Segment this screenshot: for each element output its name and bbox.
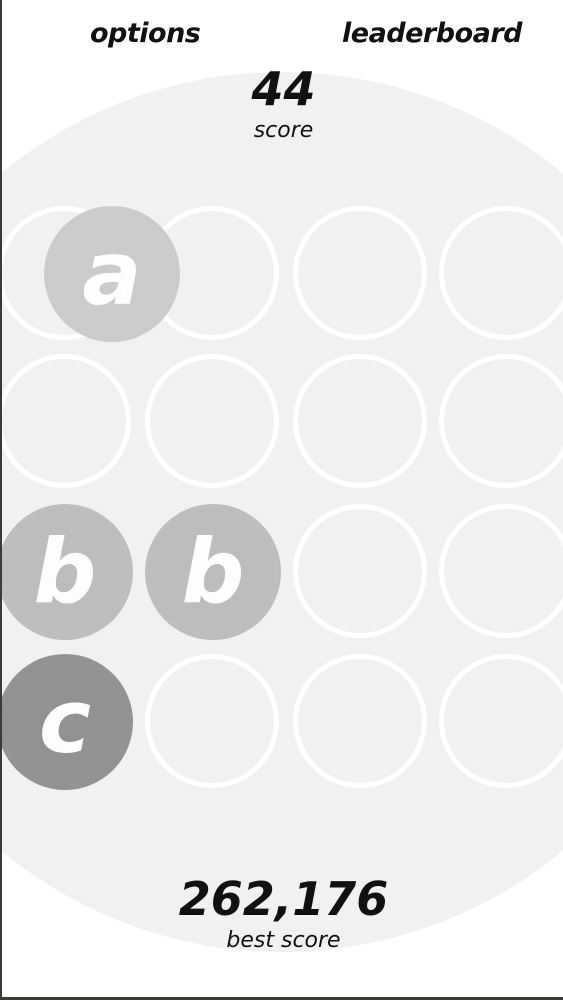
board-slot[interactable] — [293, 354, 427, 488]
piece-letter: b — [33, 520, 97, 623]
best-score-value: 262,176 — [178, 872, 389, 926]
letter-piece-a[interactable]: a — [44, 206, 180, 342]
board-slot[interactable] — [439, 504, 563, 638]
board-slot[interactable] — [293, 206, 427, 340]
board-slot[interactable] — [145, 354, 279, 488]
board-slot[interactable] — [293, 654, 427, 788]
board-slot[interactable] — [293, 504, 427, 638]
board-slot[interactable] — [439, 354, 563, 488]
board-slot[interactable] — [2, 354, 131, 488]
letter-piece-c[interactable]: c — [2, 654, 133, 790]
letter-piece-b[interactable]: b — [145, 504, 281, 640]
game-board: a bbc — [2, 0, 563, 997]
game-screen: options leaderboard 44 score abbc 262,17… — [0, 0, 563, 1000]
letter-piece-b[interactable]: b — [2, 504, 133, 640]
piece-letter: b — [181, 520, 245, 623]
board-slot[interactable] — [439, 654, 563, 788]
best-score-label: best score — [226, 928, 341, 953]
board-slot[interactable] — [439, 206, 563, 340]
piece-letter: a — [82, 222, 142, 325]
board-slot[interactable] — [145, 654, 279, 788]
piece-letter: c — [38, 670, 92, 773]
